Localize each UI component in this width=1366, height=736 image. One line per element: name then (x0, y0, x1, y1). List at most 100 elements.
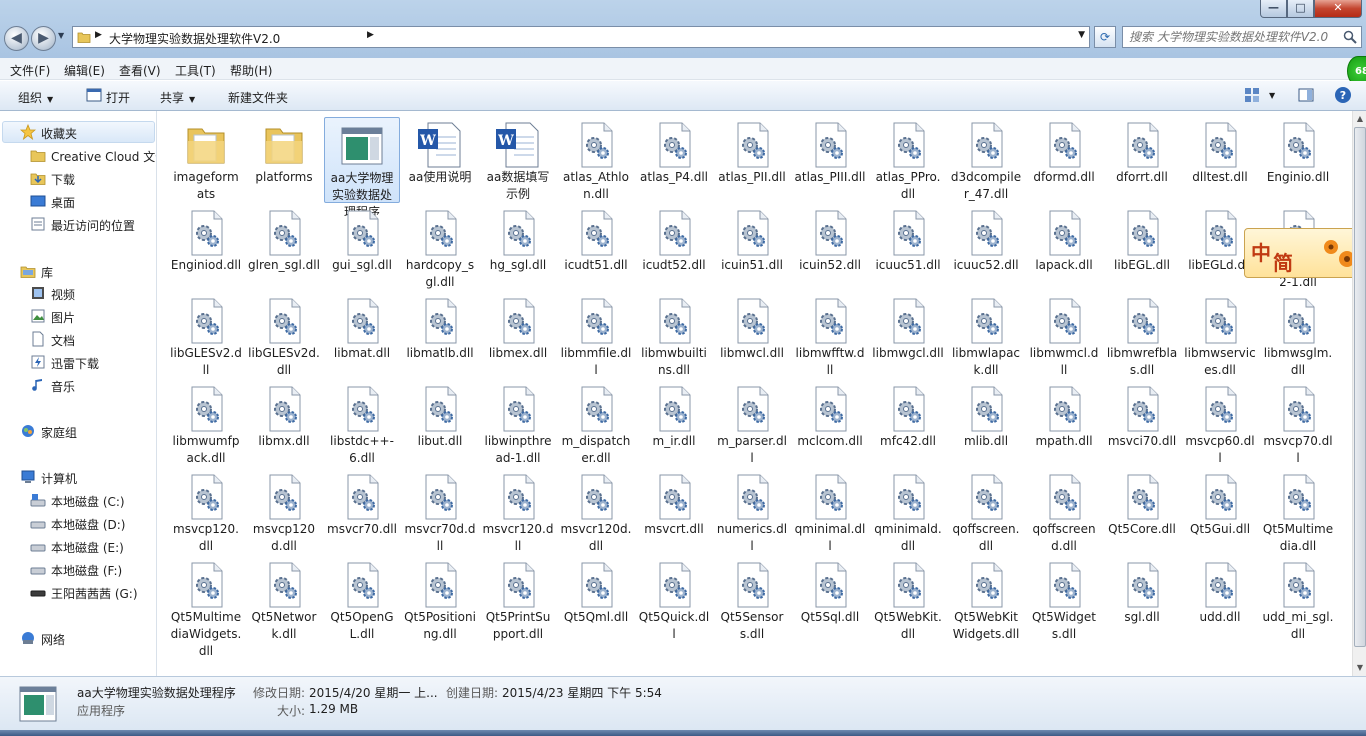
file-item[interactable]: atlas_PII.dll (714, 117, 790, 203)
file-item[interactable]: atlas_Athlon.dll (558, 117, 634, 203)
file-item[interactable]: dlltest.dll (1182, 117, 1258, 203)
file-item[interactable]: libGLESv2.dll (168, 293, 244, 379)
file-item[interactable]: libmwfftw.dll (792, 293, 868, 379)
file-item[interactable]: hg_sgl.dll (480, 205, 556, 291)
file-item[interactable]: qoffscreend.dll (1026, 469, 1102, 555)
file-item[interactable]: sgl.dll (1104, 557, 1180, 643)
file-item[interactable]: d3dcompiler_47.dll (948, 117, 1024, 203)
file-item[interactable]: msvcr70d.dll (402, 469, 478, 555)
file-item[interactable]: Enginiod.dll (168, 205, 244, 291)
close-button[interactable]: ✕ (1314, 0, 1362, 18)
file-item[interactable]: m_ir.dll (636, 381, 712, 467)
file-item[interactable]: udd_mi_sgl.dll (1260, 557, 1336, 643)
file-item[interactable]: Qt5Widgets.dll (1026, 557, 1102, 643)
file-item[interactable]: libmex.dll (480, 293, 556, 379)
ime-toolbar[interactable]: 中 简 (1244, 228, 1364, 278)
file-item[interactable]: libEGL.dll (1104, 205, 1180, 291)
file-item[interactable]: libmwmcl.dll (1026, 293, 1102, 379)
file-item[interactable]: msvcp120.dll (168, 469, 244, 555)
file-item[interactable]: Qt5Gui.dll (1182, 469, 1258, 555)
file-item[interactable]: Qt5Sql.dll (792, 557, 868, 643)
file-list-view[interactable]: imageformatsplatformsaa大学物理实验数据处理程序Waa使用… (158, 111, 1352, 676)
file-item[interactable]: Qt5Multimedia.dll (1260, 469, 1336, 555)
share-button[interactable]: 共享 ▼ (160, 89, 195, 106)
search-input[interactable] (1129, 29, 1341, 45)
file-item[interactable]: libmwlapack.dll (948, 293, 1024, 379)
file-item[interactable]: libstdc++-6.dll (324, 381, 400, 467)
file-item[interactable]: atlas_PPro.dll (870, 117, 946, 203)
file-item[interactable]: gui_sgl.dll (324, 205, 400, 291)
file-item[interactable]: libmwservices.dll (1182, 293, 1258, 379)
file-item[interactable]: Qt5Sensors.dll (714, 557, 790, 643)
file-item[interactable]: dformd.dll (1026, 117, 1102, 203)
file-item[interactable]: libmwcl.dll (714, 293, 790, 379)
file-item[interactable]: Waa使用说明 (402, 117, 478, 203)
file-item[interactable]: icuuc51.dll (870, 205, 946, 291)
file-item[interactable]: Qt5Positioning.dll (402, 557, 478, 643)
file-item[interactable]: glren_sgl.dll (246, 205, 322, 291)
file-item[interactable]: Qt5OpenGL.dll (324, 557, 400, 643)
menu-view[interactable]: 查看(V) (119, 62, 161, 79)
file-item[interactable]: Enginio.dll (1260, 117, 1336, 203)
file-item[interactable]: icuuc52.dll (948, 205, 1024, 291)
file-item[interactable]: mlib.dll (948, 381, 1024, 467)
file-item[interactable]: libwinpthread-1.dll (480, 381, 556, 467)
search-box[interactable] (1122, 26, 1362, 48)
file-item[interactable]: imageformats (168, 117, 244, 203)
file-item[interactable]: aa大学物理实验数据处理程序 (324, 117, 400, 219)
scrollbar-thumb[interactable] (1354, 127, 1366, 647)
file-item[interactable]: libmatlb.dll (402, 293, 478, 379)
preview-pane-icon[interactable] (1298, 87, 1314, 103)
file-item[interactable]: libGLESv2d.dll (246, 293, 322, 379)
address-box[interactable]: ▶ 大学物理实验数据处理软件V2.0 ▶ ▼ (72, 26, 1090, 48)
file-item[interactable]: msvci70.dll (1104, 381, 1180, 467)
file-item[interactable]: Qt5Network.dll (246, 557, 322, 643)
view-options-icon[interactable] (1244, 87, 1260, 103)
recent-pages-dropdown[interactable]: ▼ (58, 31, 68, 45)
file-item[interactable]: mclcom.dll (792, 381, 868, 467)
file-item[interactable]: msvcp120d.dll (246, 469, 322, 555)
file-item[interactable]: msvcr120.dll (480, 469, 556, 555)
file-item[interactable]: hardcopy_sgl.dll (402, 205, 478, 291)
menu-tools[interactable]: 工具(T) (175, 62, 216, 79)
file-item[interactable]: msvcr120d.dll (558, 469, 634, 555)
file-item[interactable]: Qt5WebKitWidgets.dll (948, 557, 1024, 643)
file-item[interactable]: mpath.dll (1026, 381, 1102, 467)
ime-script-char[interactable]: 简 (1273, 247, 1293, 276)
maximize-button[interactable]: □ (1287, 0, 1314, 18)
file-item[interactable]: Qt5MultimediaWidgets.dll (168, 557, 244, 658)
forward-button[interactable]: ▶ (31, 26, 56, 51)
menu-edit[interactable]: 编辑(E) (64, 62, 105, 79)
file-item[interactable]: icuin51.dll (714, 205, 790, 291)
file-item[interactable]: qoffscreen.dll (948, 469, 1024, 555)
breadcrumb-chevron-icon[interactable]: ▶ (367, 30, 374, 40)
file-item[interactable]: libmwbuiltins.dll (636, 293, 712, 379)
file-item[interactable]: msvcp60.dll (1182, 381, 1258, 467)
file-item[interactable]: libut.dll (402, 381, 478, 467)
file-item[interactable]: libmmfile.dll (558, 293, 634, 379)
file-item[interactable]: udd.dll (1182, 557, 1258, 643)
scroll-up-icon[interactable]: ▲ (1353, 111, 1366, 127)
file-item[interactable]: Qt5Qml.dll (558, 557, 634, 643)
file-item[interactable]: m_dispatcher.dll (558, 381, 634, 467)
file-item[interactable]: Qt5Quick.dll (636, 557, 712, 643)
file-item[interactable]: libmx.dll (246, 381, 322, 467)
menu-help[interactable]: 帮助(H) (230, 62, 272, 79)
file-item[interactable]: msvcp70.dll (1260, 381, 1336, 467)
open-button[interactable]: 打开 (106, 89, 130, 106)
file-item[interactable]: dforrt.dll (1104, 117, 1180, 203)
minimize-button[interactable]: — (1260, 0, 1287, 18)
file-item[interactable]: libmwumfpack.dll (168, 381, 244, 467)
ime-mode-char[interactable]: 中 (1251, 237, 1271, 266)
file-item[interactable]: qminimal.dll (792, 469, 868, 555)
file-item[interactable]: lapack.dll (1026, 205, 1102, 291)
file-item[interactable]: libmat.dll (324, 293, 400, 379)
view-dropdown-icon[interactable]: ▼ (1269, 91, 1275, 100)
file-item[interactable]: Qt5PrintSupport.dll (480, 557, 556, 643)
help-icon[interactable]: ? (1334, 86, 1352, 104)
address-dropdown-icon[interactable]: ▼ (1078, 30, 1085, 40)
file-item[interactable]: icudt51.dll (558, 205, 634, 291)
menu-file[interactable]: 文件(F) (10, 62, 50, 79)
file-item[interactable]: Waa数据填写示例 (480, 117, 556, 203)
file-item[interactable]: icudt52.dll (636, 205, 712, 291)
